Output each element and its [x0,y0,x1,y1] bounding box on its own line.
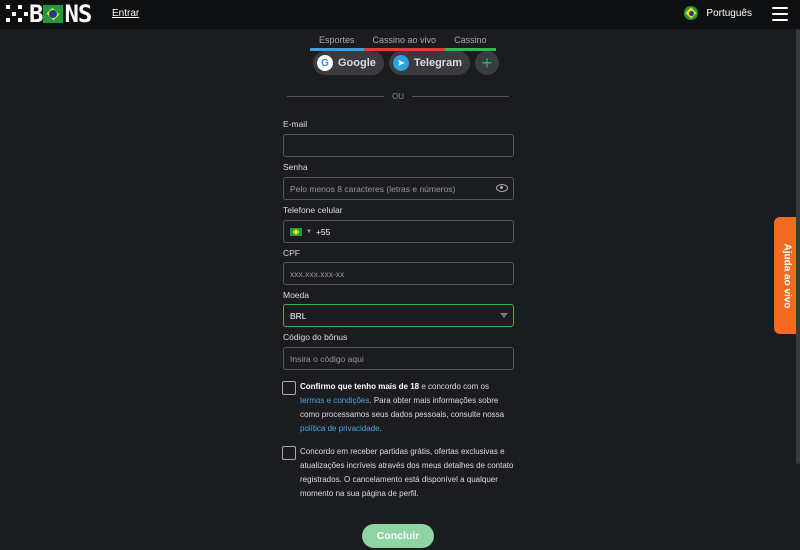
language-label: Português [706,7,752,19]
or-divider: OU [287,92,509,101]
phone-field[interactable]: ▼ +55 [283,220,514,243]
cpf-field[interactable]: xxx.xxx.xxx-xx [283,262,514,285]
login-link[interactable]: Entrar [112,8,139,19]
telegram-icon: ➤ [392,55,409,71]
age-terms-checkbox[interactable] [282,381,296,395]
category-tabs: Esportes Cassino ao vivo Cassino [310,35,496,51]
live-help-label: Ajuda ao vivo [781,242,793,309]
hamburger-menu-icon[interactable] [772,7,788,21]
terms-link[interactable]: termos e condições [300,396,369,405]
age-text-3: . [379,424,382,433]
marketing-checkbox[interactable] [282,446,296,460]
phone-country-code: +55 [315,226,331,237]
bons-logo[interactable]: B NS [6,0,92,28]
tab-casino[interactable]: Cassino [445,35,496,51]
language-selector[interactable]: Português [684,6,752,20]
google-login-button[interactable]: G Google [313,51,384,75]
password-label: Senha [283,162,308,172]
brazil-flag-logo-icon [43,5,64,23]
chevron-down-icon[interactable]: ▼ [306,229,312,235]
telegram-login-button[interactable]: ➤ Telegram [388,51,470,75]
top-header: B NS Entrar Português [0,0,800,29]
brazil-flag-icon [684,6,699,20]
google-icon: G [317,55,333,71]
phone-label: Telefone celular [283,205,343,215]
age-confirm-bold: Confirmo que tenho mais de 18 [300,382,420,391]
google-label: Google [338,57,376,69]
age-text-1: e concordo com os [419,382,489,391]
currency-label: Moeda [283,290,309,300]
dropdown-caret-icon [500,313,508,318]
logo-text-b: B [29,0,43,28]
more-social-button[interactable]: + [474,51,499,75]
logo-text-ns: NS [64,0,92,28]
marketing-consent-text: Concordo em receber partidas grátis, ofe… [300,447,514,498]
password-field[interactable]: Pelo menos 8 caracteres (letras e número… [283,177,514,200]
tab-live-casino[interactable]: Cassino ao vivo [363,35,446,51]
bonus-code-field[interactable]: Insira o código aqui [283,347,514,370]
age-terms-text: Confirmo que tenho mais de 18 e concordo… [300,380,515,436]
telegram-label: Telegram [413,57,462,69]
submit-button[interactable]: Concluir [362,524,434,548]
cpf-label: CPF [283,248,300,258]
social-login: G Google ➤ Telegram + [313,51,499,75]
currency-value: BRL [290,310,307,321]
email-label: E-mail [283,119,308,129]
or-label: OU [392,92,404,101]
bonus-code-label: Código do bônus [283,332,348,342]
privacy-policy-link[interactable]: política de privacidade [300,424,380,433]
email-field[interactable] [283,134,514,157]
scrollbar[interactable] [796,29,800,464]
eye-icon[interactable] [496,184,508,192]
tab-sports[interactable]: Esportes [310,35,364,51]
password-placeholder: Pelo menos 8 caracteres (letras e número… [290,183,456,194]
logo-dots-icon [6,5,28,23]
currency-select[interactable]: BRL [283,304,514,327]
brazil-flag-icon[interactable] [290,227,302,236]
